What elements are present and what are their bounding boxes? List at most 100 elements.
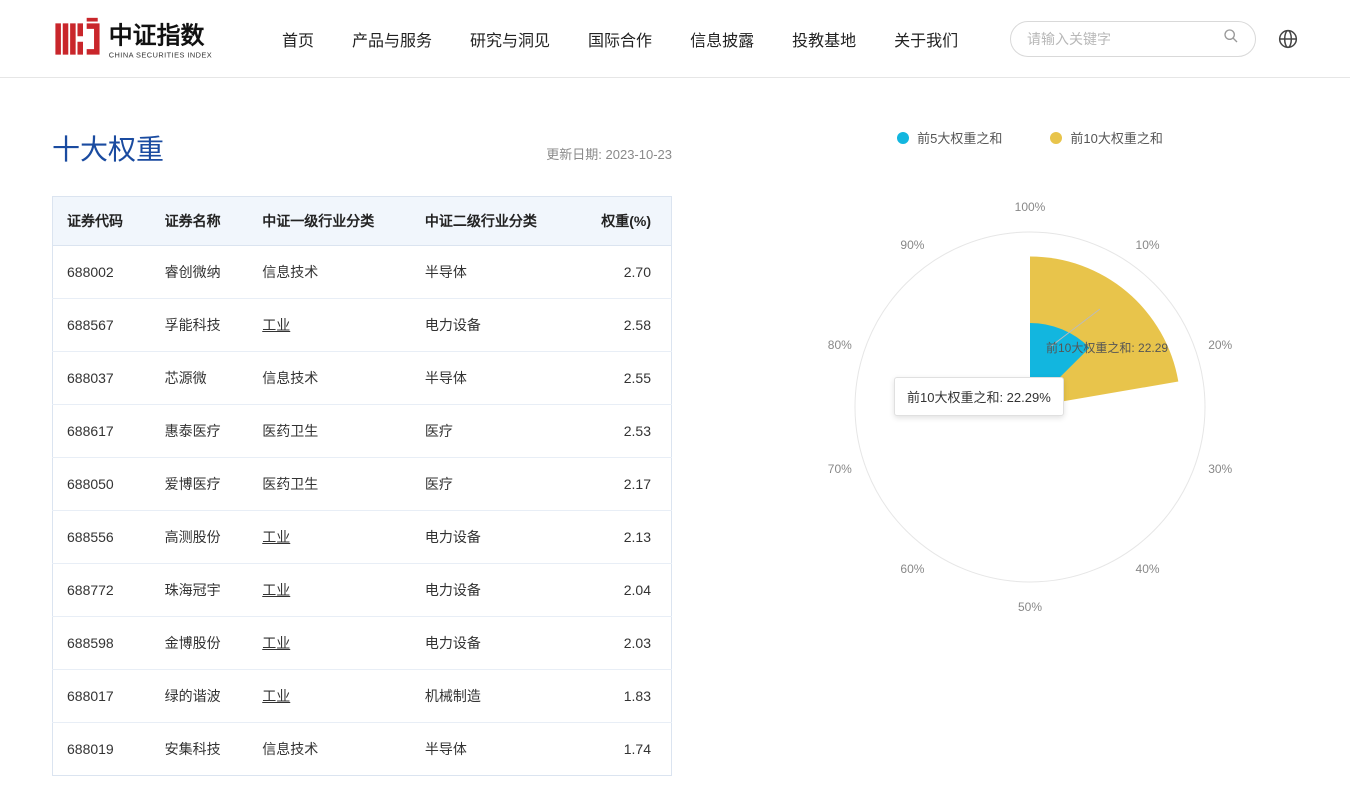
nav: 首页 产品与服务 研究与洞见 国际合作 信息披露 投教基地 关于我们	[282, 27, 1010, 51]
search-input[interactable]	[1027, 31, 1223, 47]
cell-ind1: 医药卫生	[248, 405, 411, 458]
cell-ind1: 信息技术	[248, 352, 411, 405]
cell-ind2: 电力设备	[411, 564, 574, 617]
main: 十大权重 更新日期: 2023-10-23 证券代码 证券名称 中证一级行业分类…	[0, 78, 1350, 806]
cell-weight: 2.70	[574, 246, 672, 299]
cell-ind1[interactable]: 工业	[248, 299, 411, 352]
nav-products[interactable]: 产品与服务	[352, 27, 432, 51]
chart-tick: 80%	[828, 338, 852, 352]
chart-tick: 90%	[900, 238, 924, 252]
chart-tick: 10%	[1136, 238, 1160, 252]
th-weight: 权重(%)	[574, 197, 672, 246]
cell-ind1[interactable]: 工业	[248, 511, 411, 564]
cell-secname: 芯源微	[151, 352, 249, 405]
th-code: 证券代码	[53, 197, 151, 246]
nav-intl[interactable]: 国际合作	[588, 27, 652, 51]
page-title: 十大权重	[52, 128, 164, 168]
legend-top5[interactable]: 前5大权重之和	[897, 128, 1002, 147]
chart-tick: 20%	[1208, 338, 1232, 352]
cell-code: 688019	[53, 723, 151, 776]
cell-code: 688772	[53, 564, 151, 617]
legend-label-top10: 前10大权重之和	[1070, 128, 1162, 147]
brand-sub: CHINA SECURITIES INDEX	[109, 50, 212, 59]
chart-tick: 100%	[1015, 200, 1046, 214]
nav-about[interactable]: 关于我们	[894, 27, 958, 51]
language-icon[interactable]	[1278, 29, 1298, 49]
nav-research[interactable]: 研究与洞见	[470, 27, 550, 51]
legend-top10[interactable]: 前10大权重之和	[1050, 128, 1162, 147]
th-ind1: 中证一级行业分类	[248, 197, 411, 246]
nav-education[interactable]: 投教基地	[792, 27, 856, 51]
legend-label-top5: 前5大权重之和	[917, 128, 1002, 147]
cell-ind1[interactable]: 工业	[248, 564, 411, 617]
cell-ind2: 半导体	[411, 352, 574, 405]
cell-weight: 2.58	[574, 299, 672, 352]
cell-code: 688017	[53, 670, 151, 723]
table-row: 688567孚能科技工业电力设备2.58	[53, 299, 672, 352]
cell-secname: 爱博医疗	[151, 458, 249, 511]
table-row: 688772珠海冠宇工业电力设备2.04	[53, 564, 672, 617]
cell-weight: 2.03	[574, 617, 672, 670]
cell-ind2: 医疗	[411, 405, 574, 458]
cell-code: 688598	[53, 617, 151, 670]
weights-section: 十大权重 更新日期: 2023-10-23 证券代码 证券名称 中证一级行业分类…	[52, 128, 672, 776]
cell-weight: 1.74	[574, 723, 672, 776]
polar-chart: 100%10%20%30%40%50%60%70%80%90% 前10大权重之和…	[800, 177, 1260, 637]
cell-ind1[interactable]: 工业	[248, 617, 411, 670]
cell-ind2: 机械制造	[411, 670, 574, 723]
cell-ind2: 医疗	[411, 458, 574, 511]
cell-ind1[interactable]: 工业	[248, 670, 411, 723]
table-row: 688002睿创微纳信息技术半导体2.70	[53, 246, 672, 299]
chart-tick: 50%	[1018, 600, 1042, 614]
search-box[interactable]	[1010, 21, 1256, 57]
table-row: 688598金博股份工业电力设备2.03	[53, 617, 672, 670]
chart-tick: 30%	[1208, 462, 1232, 476]
cell-secname: 珠海冠宇	[151, 564, 249, 617]
cell-ind2: 半导体	[411, 246, 574, 299]
cell-secname: 金博股份	[151, 617, 249, 670]
cell-secname: 绿的谐波	[151, 670, 249, 723]
cell-secname: 孚能科技	[151, 299, 249, 352]
cell-weight: 2.17	[574, 458, 672, 511]
brand-name: 中证指数	[109, 22, 205, 49]
table-row: 688050爱博医疗医药卫生医疗2.17	[53, 458, 672, 511]
cell-weight: 2.04	[574, 564, 672, 617]
weights-table: 证券代码 证券名称 中证一级行业分类 中证二级行业分类 权重(%) 688002…	[52, 196, 672, 776]
cell-secname: 睿创微纳	[151, 246, 249, 299]
brand-logo[interactable]: 中证指数 CHINA SECURITIES INDEX	[52, 16, 252, 62]
cell-weight: 2.13	[574, 511, 672, 564]
cell-ind1: 信息技术	[248, 246, 411, 299]
chart-tick: 60%	[900, 562, 924, 576]
cell-ind2: 电力设备	[411, 299, 574, 352]
chart-tooltip: 前10大权重之和: 22.29%	[894, 377, 1064, 416]
chart-annotation: 前10大权重之和: 22.29	[1046, 339, 1168, 356]
table-row: 688017绿的谐波工业机械制造1.83	[53, 670, 672, 723]
table-row: 688019安集科技信息技术半导体1.74	[53, 723, 672, 776]
cell-ind1: 医药卫生	[248, 458, 411, 511]
cell-ind2: 电力设备	[411, 617, 574, 670]
cell-ind1: 信息技术	[248, 723, 411, 776]
table-row: 688617惠泰医疗医药卫生医疗2.53	[53, 405, 672, 458]
legend-swatch-top5	[897, 132, 909, 144]
table-header-row: 证券代码 证券名称 中证一级行业分类 中证二级行业分类 权重(%)	[53, 197, 672, 246]
cell-code: 688556	[53, 511, 151, 564]
cell-ind2: 电力设备	[411, 511, 574, 564]
cell-code: 688002	[53, 246, 151, 299]
table-row: 688556高测股份工业电力设备2.13	[53, 511, 672, 564]
table-row: 688037芯源微信息技术半导体2.55	[53, 352, 672, 405]
th-ind2: 中证二级行业分类	[411, 197, 574, 246]
th-secname: 证券名称	[151, 197, 249, 246]
cell-ind2: 半导体	[411, 723, 574, 776]
chart-tick: 70%	[828, 462, 852, 476]
cell-weight: 2.55	[574, 352, 672, 405]
search-icon[interactable]	[1223, 28, 1239, 49]
header: 中证指数 CHINA SECURITIES INDEX 首页 产品与服务 研究与…	[0, 0, 1350, 78]
cell-code: 688050	[53, 458, 151, 511]
nav-home[interactable]: 首页	[282, 27, 314, 51]
cell-code: 688567	[53, 299, 151, 352]
cell-code: 688617	[53, 405, 151, 458]
cell-secname: 安集科技	[151, 723, 249, 776]
nav-disclosure[interactable]: 信息披露	[690, 27, 754, 51]
chart-panel: 前5大权重之和 前10大权重之和 100%10%20%30%40%50%60%7…	[762, 128, 1298, 776]
cell-secname: 高测股份	[151, 511, 249, 564]
